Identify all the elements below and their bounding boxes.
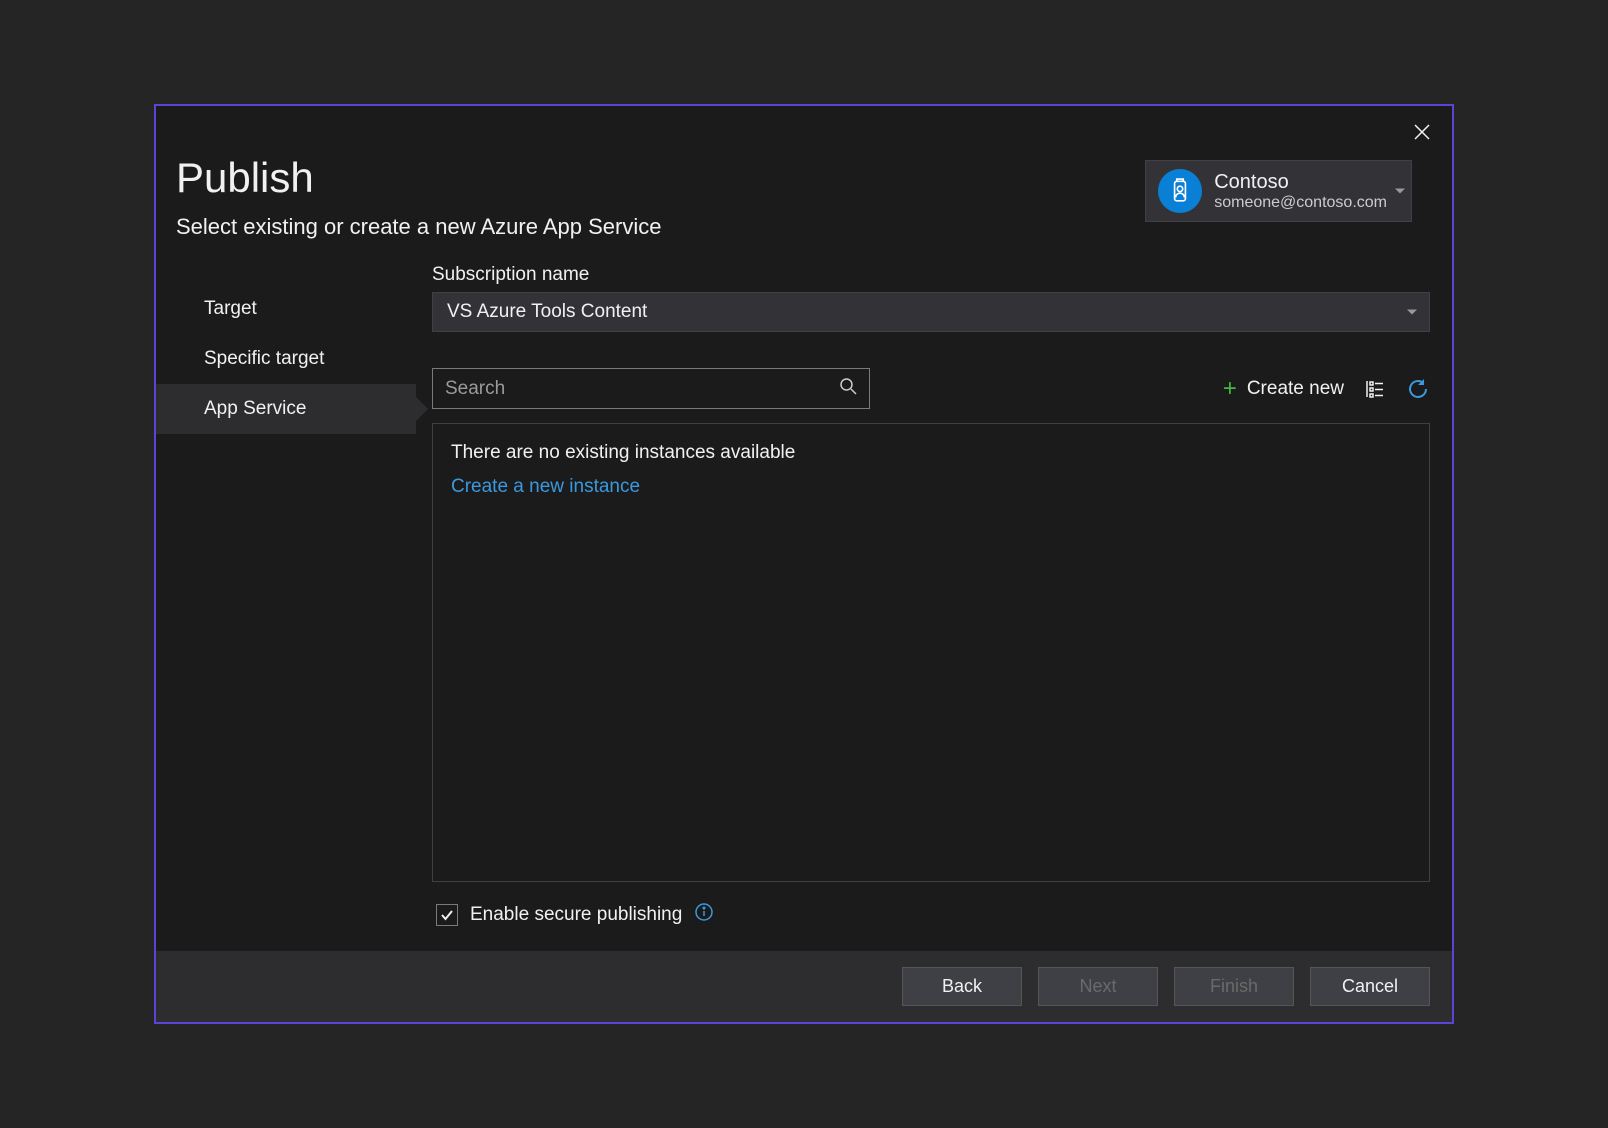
close-icon bbox=[1414, 124, 1430, 140]
subscription-dropdown[interactable]: VS Azure Tools Content bbox=[432, 292, 1430, 332]
account-text: Contoso someone@contoso.com bbox=[1214, 171, 1387, 212]
instance-panel: There are no existing instances availabl… bbox=[432, 423, 1430, 882]
refresh-button[interactable] bbox=[1406, 377, 1430, 401]
account-avatar-icon bbox=[1158, 169, 1202, 213]
finish-button[interactable]: Finish bbox=[1174, 967, 1294, 1006]
create-new-label: Create new bbox=[1247, 378, 1344, 400]
sidebar-item-label: App Service bbox=[204, 398, 306, 419]
dialog-footer: Back Next Finish Cancel bbox=[156, 951, 1452, 1022]
close-button[interactable] bbox=[1410, 120, 1434, 144]
secure-publishing-label: Enable secure publishing bbox=[470, 904, 682, 926]
dialog-main: Target Specific target App Service Subsc… bbox=[156, 264, 1452, 927]
sidebar-item-specific-target[interactable]: Specific target bbox=[156, 334, 416, 384]
chevron-down-icon bbox=[1395, 189, 1405, 194]
sidebar-item-label: Target bbox=[204, 298, 257, 319]
check-icon bbox=[440, 908, 454, 922]
plus-icon: + bbox=[1223, 375, 1237, 403]
dialog-title: Publish bbox=[176, 154, 661, 202]
search-icon bbox=[839, 377, 857, 400]
tree-view-icon bbox=[1364, 378, 1386, 400]
create-new-button[interactable]: + Create new bbox=[1223, 375, 1344, 403]
refresh-icon bbox=[1406, 377, 1430, 401]
sidebar-item-app-service[interactable]: App Service bbox=[156, 384, 416, 434]
account-selector[interactable]: Contoso someone@contoso.com bbox=[1145, 160, 1412, 222]
info-button[interactable] bbox=[694, 902, 714, 927]
sidebar-item-target[interactable]: Target bbox=[156, 284, 416, 334]
subscription-label: Subscription name bbox=[432, 264, 1430, 286]
account-name: Contoso bbox=[1214, 171, 1387, 194]
cancel-button[interactable]: Cancel bbox=[1310, 967, 1430, 1006]
publish-dialog: Publish Select existing or create a new … bbox=[154, 104, 1454, 1024]
search-box[interactable] bbox=[432, 368, 870, 409]
next-button[interactable]: Next bbox=[1038, 967, 1158, 1006]
content-area: Subscription name VS Azure Tools Content… bbox=[416, 264, 1434, 927]
back-button[interactable]: Back bbox=[902, 967, 1022, 1006]
subscription-value: VS Azure Tools Content bbox=[447, 301, 647, 322]
toolbar-right: + Create new bbox=[1223, 375, 1430, 403]
tree-view-button[interactable] bbox=[1364, 378, 1386, 400]
secure-publishing-checkbox[interactable] bbox=[436, 904, 458, 926]
dialog-subtitle: Select existing or create a new Azure Ap… bbox=[176, 214, 661, 240]
info-icon bbox=[694, 902, 714, 922]
sidebar-item-label: Specific target bbox=[204, 348, 324, 369]
dialog-header: Publish Select existing or create a new … bbox=[156, 106, 1452, 264]
secure-publishing-row: Enable secure publishing bbox=[432, 902, 1430, 927]
toolbar-row: + Create new bbox=[432, 368, 1430, 409]
empty-message: There are no existing instances availabl… bbox=[451, 442, 1411, 464]
account-email: someone@contoso.com bbox=[1214, 194, 1387, 212]
create-instance-link[interactable]: Create a new instance bbox=[451, 476, 1411, 498]
sidebar: Target Specific target App Service bbox=[156, 264, 416, 927]
search-input[interactable] bbox=[445, 378, 839, 400]
header-text: Publish Select existing or create a new … bbox=[176, 154, 661, 240]
